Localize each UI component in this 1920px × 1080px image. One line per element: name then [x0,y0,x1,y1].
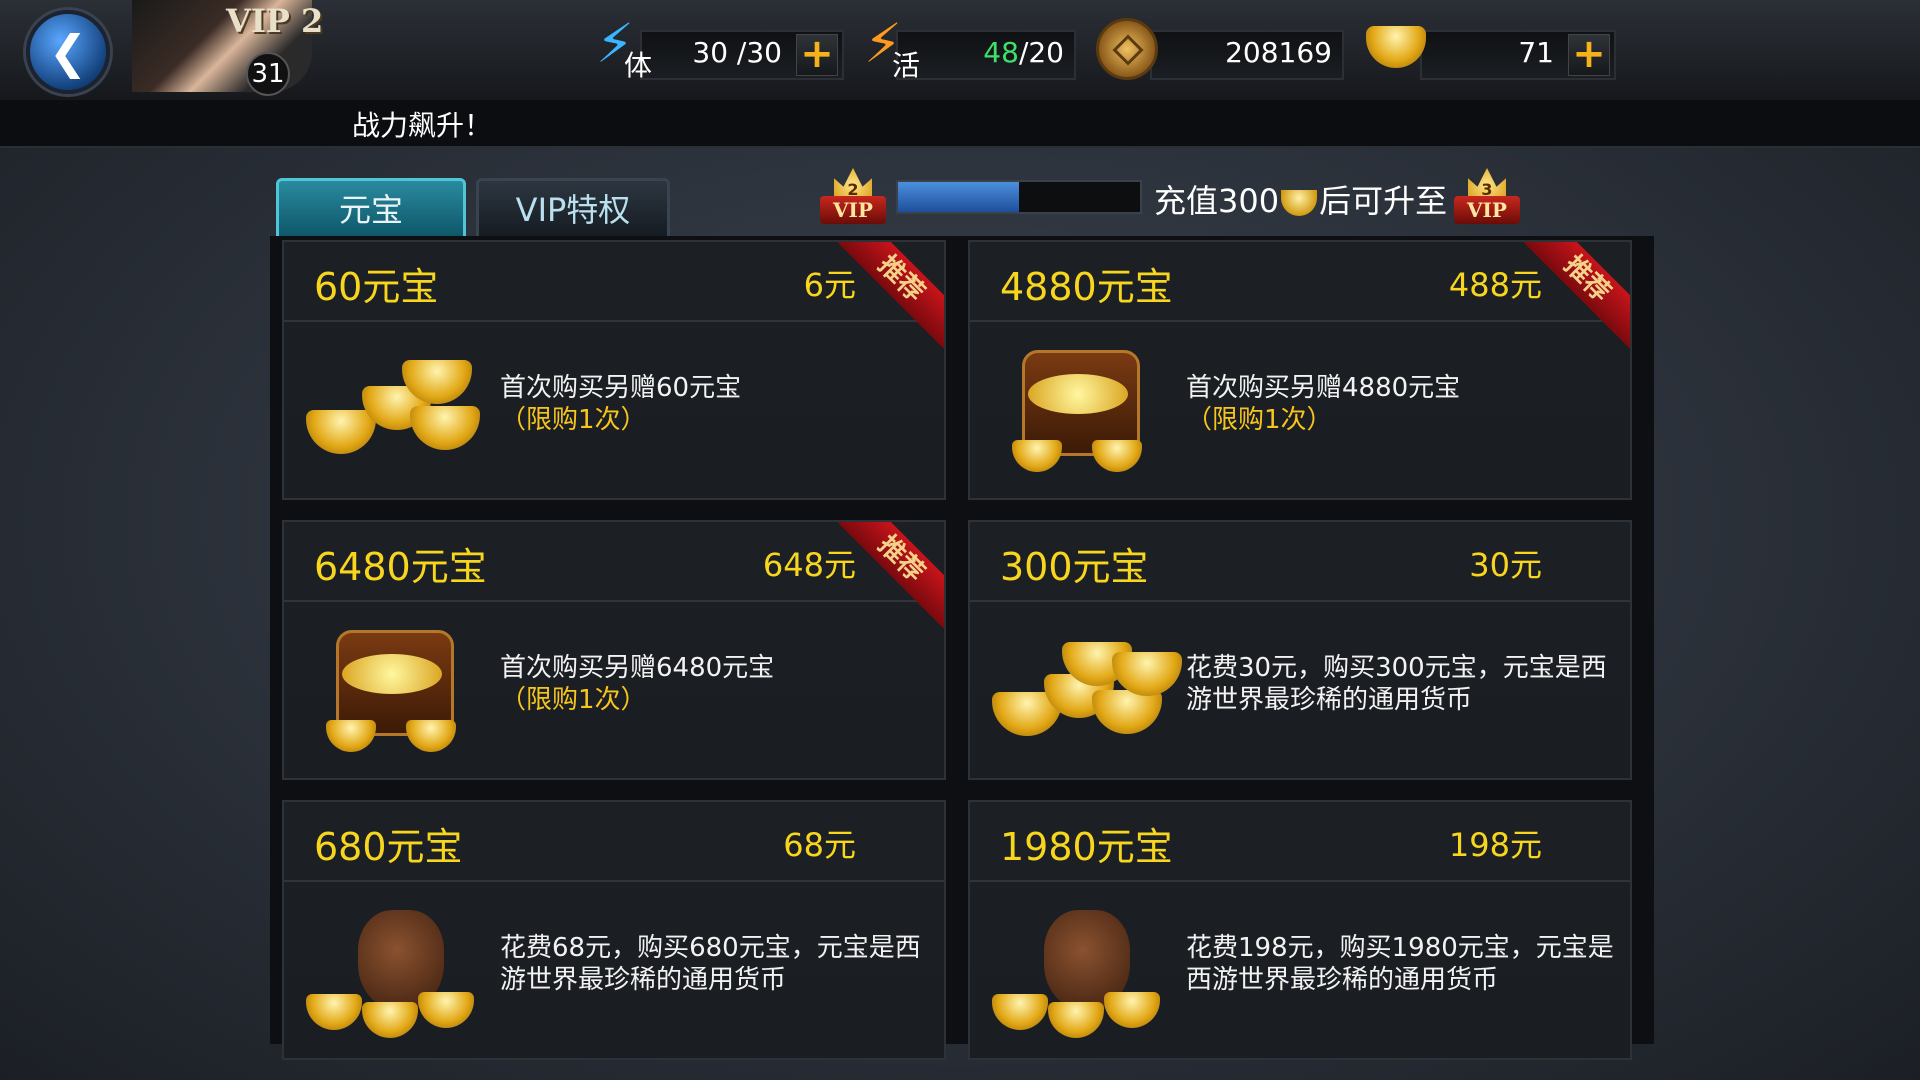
product-amount: 1980元宝 [1000,825,1173,869]
tab-ingots[interactable]: 元宝 [276,178,466,242]
back-arrow-icon: ❮ [48,25,88,79]
purchase-limit: （限购1次） [500,405,647,435]
product-description: 首次购买另赠60元宝 （限购1次） [500,372,930,436]
product-amount: 300元宝 [1000,545,1149,589]
vip-progress-fill [898,182,1019,212]
player-level-badge: 31 [246,52,290,96]
current-vip-badge: 2 VIP [820,168,886,228]
product-price: 30元 [1469,546,1542,584]
product-grid: 60元宝 6元 推荐 首次购买另赠60元宝 （限购1次） 4880元宝 488元 … [270,236,1654,1060]
product-description: 花费30元，购买300元宝，元宝是西游世界最珍稀的通用货币 [1186,653,1607,715]
recommend-ribbon: 推荐 [838,522,944,628]
money-bag-icon [306,910,482,1042]
vitality-value: 48/20 [983,36,1064,69]
top-bar: ❮ VIP 2 31 30 /30 + ⚡ 体 48/20 ⚡ 活 208169… [0,0,1920,102]
flame-lightning-icon: ⚡ 活 [864,12,921,83]
vip-progress-bar [896,180,1142,214]
next-vip-ribbon: VIP [1454,196,1520,224]
lightning-icon: ⚡ 体 [596,12,653,83]
product-description: 花费198元，购买1980元宝，元宝是西游世界最珍稀的通用货币 [1186,933,1614,995]
product-card-header: 1980元宝 198元 [970,802,1630,882]
product-card[interactable]: 1980元宝 198元 花费198元，购买1980元宝，元宝是西游世界最珍稀的通… [968,800,1632,1060]
treasure-chest-icon [992,350,1168,482]
gold-ingot-icon [1366,26,1426,68]
product-card[interactable]: 6480元宝 648元 推荐 首次购买另赠6480元宝 （限购1次） [282,520,946,780]
product-amount: 680元宝 [314,825,463,869]
marquee-text: 战力飙升！ [352,109,493,142]
coins-bar: 208169 [1150,30,1344,80]
back-button[interactable]: ❮ [26,10,110,94]
current-vip-ribbon: VIP [820,196,886,224]
ingots-bar: 71 + [1420,30,1616,80]
coins-value: 208169 [1225,36,1332,69]
product-price: 68元 [783,826,856,864]
gold-ingot-icon [1281,190,1318,216]
product-description: 首次购买另赠4880元宝 （限购1次） [1186,372,1616,436]
ingots-value: 71 [1518,36,1554,69]
money-bag-icon [992,910,1168,1042]
purchase-limit: （限购1次） [500,685,647,715]
stamina-label: 体 [624,49,653,82]
add-stamina-button[interactable]: + [796,34,838,76]
ingot-pile-icon [992,630,1182,762]
announcement-marquee: 战力飙升！ [0,100,1920,148]
product-card[interactable]: 300元宝 30元 花费30元，购买300元宝，元宝是西游世界最珍稀的通用货币 [968,520,1632,780]
next-vip-badge: 3 VIP [1454,168,1520,228]
ingot-pile-icon [306,350,482,482]
stamina-value: 30 /30 [692,36,782,69]
recommend-ribbon: 推荐 [1524,242,1630,348]
stamina-bar: 30 /30 + [640,30,844,80]
product-amount: 4880元宝 [1000,265,1173,309]
product-card-header: 300元宝 30元 [970,522,1630,602]
treasure-chest-icon [306,630,482,762]
product-amount: 60元宝 [314,265,439,309]
vip-level-label: VIP 2 [226,2,324,40]
product-description: 花费68元，购买680元宝，元宝是西游世界最珍稀的通用货币 [500,933,921,995]
vitality-label: 活 [892,49,921,82]
product-price: 198元 [1448,826,1542,864]
product-card[interactable]: 60元宝 6元 推荐 首次购买另赠60元宝 （限购1次） [282,240,946,500]
product-description: 首次购买另赠6480元宝 （限购1次） [500,652,930,716]
product-amount: 6480元宝 [314,545,487,589]
tab-vip-privileges[interactable]: VIP特权 [476,178,670,242]
recommend-ribbon: 推荐 [838,242,944,348]
product-card[interactable]: 680元宝 68元 花费68元，购买680元宝，元宝是西游世界最珍稀的通用货币 [282,800,946,1060]
add-ingots-button[interactable]: + [1568,34,1610,76]
purchase-limit: （限购1次） [1186,405,1333,435]
product-card-header: 680元宝 68元 [284,802,944,882]
product-card[interactable]: 4880元宝 488元 推荐 首次购买另赠4880元宝 （限购1次） [968,240,1632,500]
vip-upgrade-text: 充值300 后可升至 [1154,182,1448,220]
coin-icon [1096,18,1158,80]
